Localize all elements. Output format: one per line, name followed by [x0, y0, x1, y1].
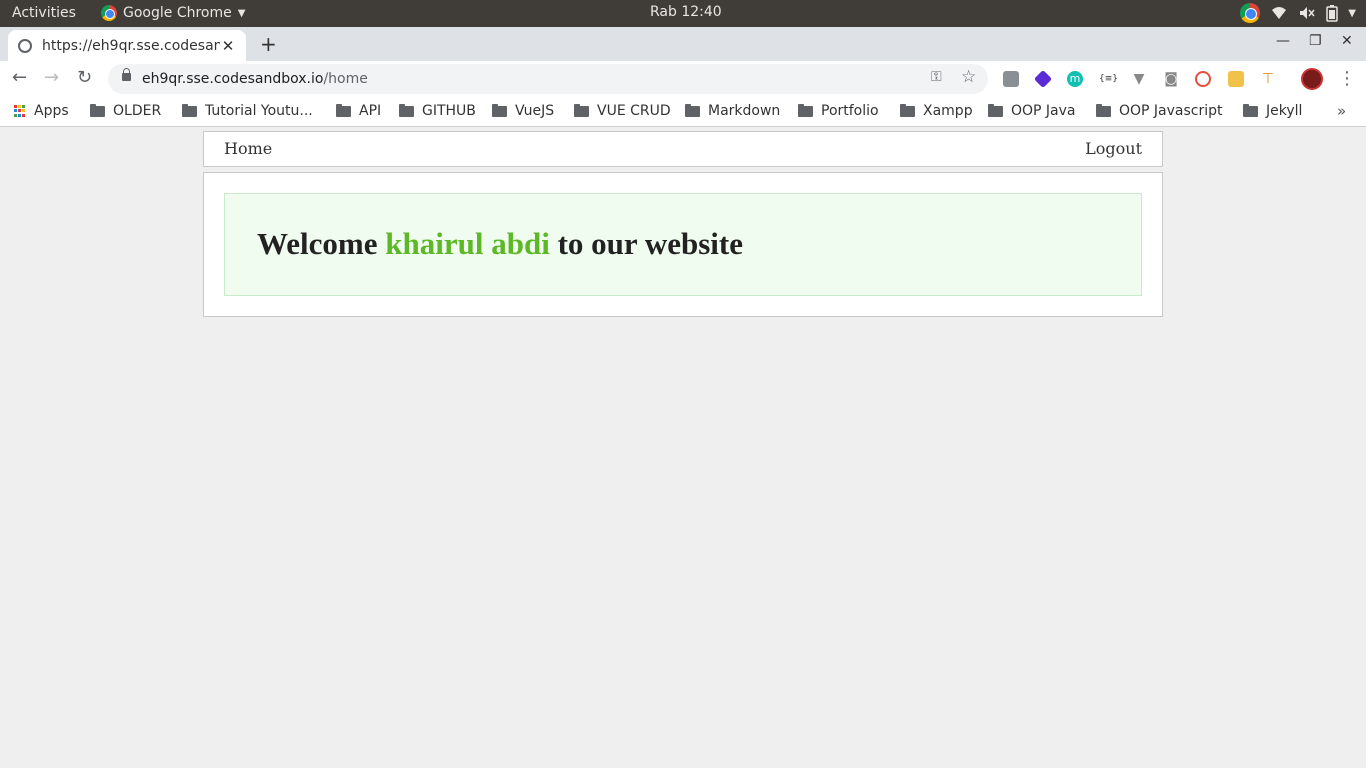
clock[interactable]: Rab 12:40 — [650, 4, 722, 20]
app-menu[interactable]: Google Chrome ▼ — [101, 5, 245, 21]
extension-icon-1[interactable] — [1003, 71, 1019, 87]
bookmark-folder-vue-crud[interactable]: VUE CRUD — [574, 103, 671, 119]
folder-icon — [798, 103, 813, 117]
new-tab-button[interactable]: + — [260, 32, 277, 56]
nav-home-link[interactable]: Home — [224, 139, 272, 158]
bookmarks-bar: Apps OLDER Tutorial Youtu... API GITHUB … — [0, 97, 1366, 127]
minimize-button[interactable]: — — [1276, 33, 1290, 49]
bookmark-folder-oop-javascript[interactable]: OOP Javascript — [1096, 103, 1223, 119]
site-navbar: Home Logout — [203, 131, 1163, 167]
welcome-heading: Welcome khairul abdi to our website — [257, 226, 743, 261]
folder-icon — [900, 103, 915, 117]
folder-icon — [182, 103, 197, 117]
address-text[interactable]: eh9qr.sse.codesandbox.io/home — [142, 71, 368, 87]
nav-logout-link[interactable]: Logout — [1085, 139, 1142, 158]
tab-strip: https://eh9qr.sse.codesandbox.io/home ✕ … — [0, 27, 1366, 61]
bookmark-folder-portfolio[interactable]: Portfolio — [798, 103, 879, 119]
bookmark-folder-older[interactable]: OLDER — [90, 103, 161, 119]
page-viewport: Home Logout Welcome khairul abdi to our … — [0, 128, 1366, 768]
bookmark-folder-jekyll[interactable]: Jekyll — [1243, 103, 1302, 119]
camera-icon[interactable]: ◙ — [1163, 71, 1179, 87]
folder-icon — [988, 103, 1003, 117]
chrome-menu-icon[interactable]: ⋮ — [1338, 68, 1356, 89]
battery-icon — [1326, 5, 1339, 22]
folder-icon — [336, 103, 351, 117]
apps-grid-icon — [14, 105, 26, 117]
bookmark-folder-tutorial-youtube[interactable]: Tutorial Youtu... — [182, 103, 313, 119]
extension-icon-5[interactable]: ▼ — [1131, 71, 1147, 87]
folder-icon — [574, 103, 589, 117]
bookmark-folder-github[interactable]: GITHUB — [399, 103, 476, 119]
system-top-bar: Activities Google Chrome ▼ Rab 12:40 ▼ — [0, 0, 1366, 27]
extension-icon-3[interactable]: m — [1067, 71, 1083, 87]
extension-icon-8[interactable] — [1228, 71, 1244, 87]
extension-icon-2[interactable] — [1033, 69, 1053, 89]
volume-muted-icon — [1300, 7, 1315, 19]
back-button[interactable]: ← — [12, 69, 27, 87]
folder-icon — [1096, 103, 1111, 117]
bookmark-folder-vuejs[interactable]: VueJS — [492, 103, 554, 119]
close-window-button[interactable]: ✕ — [1341, 33, 1353, 49]
chrome-tray-icon[interactable] — [1240, 3, 1261, 23]
tab-active[interactable]: https://eh9qr.sse.codesandbox.io/home ✕ — [8, 30, 246, 61]
browser-toolbar: ← → ↻ eh9qr.sse.codesandbox.io/home ⚿ ☆ … — [0, 61, 1366, 97]
chrome-icon — [101, 5, 117, 21]
system-tray[interactable]: ▼ — [1240, 3, 1356, 23]
folder-icon — [685, 103, 700, 117]
restore-button[interactable]: ❐ — [1309, 33, 1322, 49]
lock-icon[interactable] — [122, 68, 131, 81]
bookmark-folder-xampp[interactable]: Xampp — [900, 103, 973, 119]
app-name: Google Chrome — [123, 5, 232, 21]
tab-title: https://eh9qr.sse.codesandbox.io/home — [42, 37, 220, 54]
user-name: khairul abdi — [385, 226, 550, 261]
profile-avatar[interactable] — [1301, 68, 1323, 90]
bookmark-folder-api[interactable]: API — [336, 103, 381, 119]
wifi-icon — [1272, 7, 1287, 19]
globe-icon — [18, 38, 32, 53]
folder-icon — [90, 103, 105, 117]
welcome-alert: Welcome khairul abdi to our website — [224, 193, 1142, 296]
extension-icon-9[interactable]: ⊤ — [1260, 71, 1276, 87]
forward-button[interactable]: → — [44, 69, 59, 87]
extension-icon-7[interactable] — [1195, 71, 1211, 87]
bookmark-folder-markdown[interactable]: Markdown — [685, 103, 780, 119]
address-bar[interactable]: eh9qr.sse.codesandbox.io/home ⚿ ☆ — [108, 64, 988, 94]
bookmark-star-icon[interactable]: ☆ — [961, 67, 976, 87]
bookmark-folder-oop-java[interactable]: OOP Java — [988, 103, 1076, 119]
chevron-down-icon: ▼ — [237, 7, 246, 19]
more-bookmarks-icon[interactable]: » — [1337, 102, 1346, 120]
extension-icon-4[interactable]: {≡} — [1099, 71, 1118, 87]
bookmark-apps[interactable]: Apps — [14, 103, 69, 119]
folder-icon — [1243, 103, 1258, 117]
folder-icon — [492, 103, 507, 117]
welcome-panel: Welcome khairul abdi to our website — [203, 172, 1163, 317]
key-icon[interactable]: ⚿ — [931, 69, 942, 85]
close-tab-icon[interactable]: ✕ — [220, 37, 236, 55]
activities-button[interactable]: Activities — [12, 5, 76, 21]
system-menu-chevron-icon[interactable]: ▼ — [1348, 8, 1356, 19]
reload-button[interactable]: ↻ — [77, 69, 92, 87]
folder-icon — [399, 103, 414, 117]
